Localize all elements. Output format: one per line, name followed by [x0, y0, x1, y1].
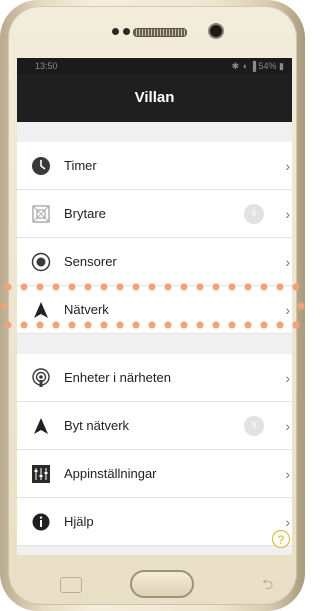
menu-item-byt-natverk[interactable]: Byt nätverk 9 › [17, 402, 292, 450]
menu-item-sensorer[interactable]: Sensorer › [17, 238, 292, 286]
settings-sliders-icon [32, 465, 50, 483]
phone-frame: 13:50 ✱ ◖ ▐ 54% ▮ Villan Timer › Brytare… [0, 0, 305, 611]
sensor-icon [31, 252, 51, 272]
home-button[interactable] [130, 570, 194, 598]
network-icon [34, 302, 48, 318]
front-camera [210, 25, 222, 37]
page-title: Villan [17, 74, 292, 122]
sensor-dot [123, 28, 130, 35]
menu-item-label: Brytare [64, 206, 106, 221]
status-bar: 13:50 ✱ ◖ ▐ 54% ▮ [17, 58, 292, 74]
section-spacer [17, 334, 292, 354]
menu-item-appinstallningar[interactable]: Appinställningar › [17, 450, 292, 498]
menu-item-label: Hjälp [64, 514, 94, 529]
menu-item-brytare[interactable]: Brytare 6 › [17, 190, 292, 238]
info-icon [32, 513, 50, 531]
status-icons: ✱ ◖ ▐ 54% ▮ [231, 61, 284, 71]
switch-icon [32, 205, 50, 223]
chevron-right-icon: › [285, 302, 290, 318]
menu-item-hjalp[interactable]: Hjälp › [17, 498, 292, 546]
menu-item-natverk[interactable]: Nätverk › [17, 286, 292, 334]
count-badge: 9 [244, 416, 264, 436]
count-badge: 6 [244, 204, 264, 224]
sensor-dot [112, 28, 119, 35]
menu-item-timer[interactable]: Timer › [17, 142, 292, 190]
back-arrow-icon[interactable]: ⮌ [262, 576, 282, 592]
app-screen: 13:50 ✱ ◖ ▐ 54% ▮ Villan Timer › Brytare… [17, 58, 292, 555]
status-time: 13:50 [35, 61, 58, 71]
menu-item-label: Enheter i närheten [64, 370, 171, 385]
menu-item-label: Appinställningar [64, 466, 157, 481]
chevron-right-icon: › [285, 418, 290, 434]
menu-item-label: Nätverk [64, 302, 109, 317]
nearby-devices-icon [32, 368, 50, 387]
section-spacer [17, 122, 292, 142]
chevron-right-icon: › [285, 466, 290, 482]
clock-icon [32, 157, 50, 175]
help-fab-icon[interactable]: ? [272, 530, 290, 548]
section-spacer [17, 546, 292, 555]
menu-item-label: Sensorer [64, 254, 117, 269]
menu-item-label: Byt nätverk [64, 418, 130, 433]
menu-item-label: Timer [64, 158, 97, 173]
chevron-right-icon: › [285, 254, 290, 270]
recent-apps-button[interactable] [60, 577, 82, 593]
menu-item-nearby-devices[interactable]: Enheter i närheten › [17, 354, 292, 402]
chevron-right-icon: › [285, 158, 290, 174]
chevron-right-icon: › [285, 370, 290, 386]
network-icon [34, 418, 48, 434]
speaker-grille [133, 28, 187, 37]
chevron-right-icon: › [285, 206, 290, 222]
